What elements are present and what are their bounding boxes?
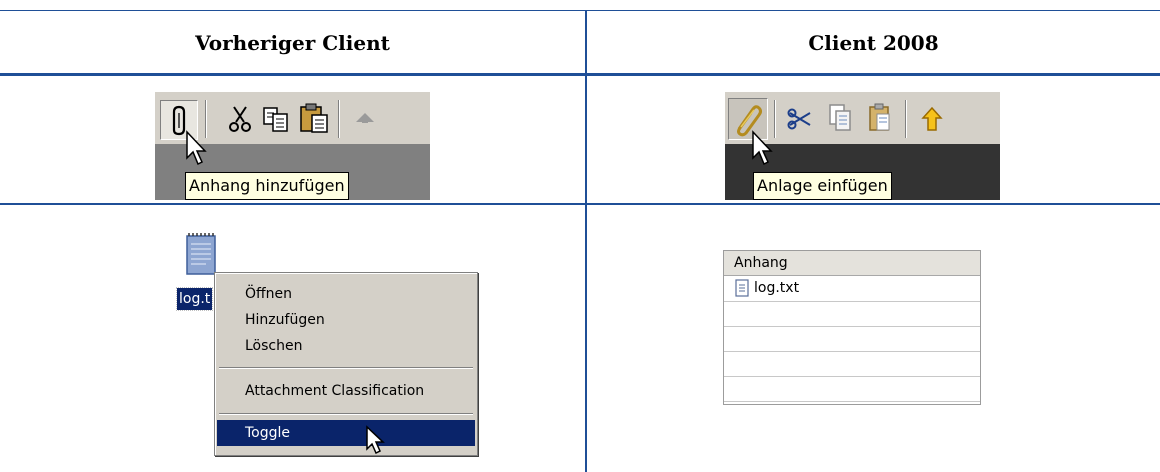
menu-item-open[interactable]: Öffnen xyxy=(217,281,475,307)
grid-row-line xyxy=(724,376,980,377)
copy-button[interactable] xyxy=(260,102,292,136)
comparison-table: Vorheriger Client Client 2008 Anhang hin… xyxy=(0,0,1160,472)
menu-separator xyxy=(219,413,473,415)
scissors-icon xyxy=(787,108,811,130)
menu-item-delete[interactable]: Löschen xyxy=(217,333,475,359)
text-file-icon xyxy=(186,233,216,275)
grid-row-line xyxy=(724,301,980,302)
paste-button[interactable] xyxy=(865,101,895,135)
attachment-row[interactable]: log.txt xyxy=(724,276,980,300)
grid-row-line xyxy=(724,326,980,327)
up-button[interactable] xyxy=(917,102,947,136)
attachment-list: Anhang log.txt xyxy=(723,250,981,405)
row-rule xyxy=(0,203,1160,205)
column-divider xyxy=(585,10,587,472)
paste-icon xyxy=(869,103,890,131)
column-header-attachment[interactable]: Anhang xyxy=(724,251,980,276)
client2008-toolbar-screenshot: Anlage einfügen xyxy=(725,92,1000,200)
up-arrow-icon xyxy=(921,106,943,131)
cursor-icon xyxy=(752,130,773,166)
copy-icon xyxy=(263,107,288,132)
grid-row-line xyxy=(724,401,980,402)
toolbar-separator xyxy=(905,100,907,138)
grid-row-line xyxy=(724,351,980,352)
scissors-icon xyxy=(229,106,251,132)
copy-icon xyxy=(829,104,851,131)
menu-item-attachment-classification[interactable]: Attachment Classification xyxy=(217,378,475,404)
toolbar-separator xyxy=(338,100,340,138)
cut-button[interactable] xyxy=(225,102,255,136)
file-label[interactable]: log.t xyxy=(175,287,214,311)
text-file-icon xyxy=(735,279,749,297)
menu-item-add[interactable]: Hinzufügen xyxy=(217,307,475,333)
paste-button[interactable] xyxy=(297,100,331,136)
previous-toolbar-screenshot: Anhang hinzufügen xyxy=(155,92,430,200)
up-button[interactable] xyxy=(350,104,380,134)
paste-icon xyxy=(300,103,328,133)
previous-attachment-screenshot: log.t Öffnen Hinzufügen Löschen Attachme… xyxy=(144,232,484,456)
menu-item-toggle[interactable]: Toggle xyxy=(217,420,475,446)
tooltip-attach: Anlage einfügen xyxy=(753,172,892,200)
copy-button[interactable] xyxy=(825,101,855,135)
tooltip-attach: Anhang hinzufügen xyxy=(185,172,349,200)
cursor-icon xyxy=(366,425,385,455)
up-arrow-icon xyxy=(356,113,374,123)
attachment-filename: log.txt xyxy=(754,280,800,296)
cursor-icon xyxy=(186,130,207,166)
menu-separator xyxy=(219,367,473,369)
column-header-client-2008: Client 2008 xyxy=(808,30,939,55)
context-menu: Öffnen Hinzufügen Löschen Attachment Cla… xyxy=(214,272,478,456)
cut-button[interactable] xyxy=(785,102,815,136)
column-header-previous: Vorheriger Client xyxy=(195,30,390,55)
